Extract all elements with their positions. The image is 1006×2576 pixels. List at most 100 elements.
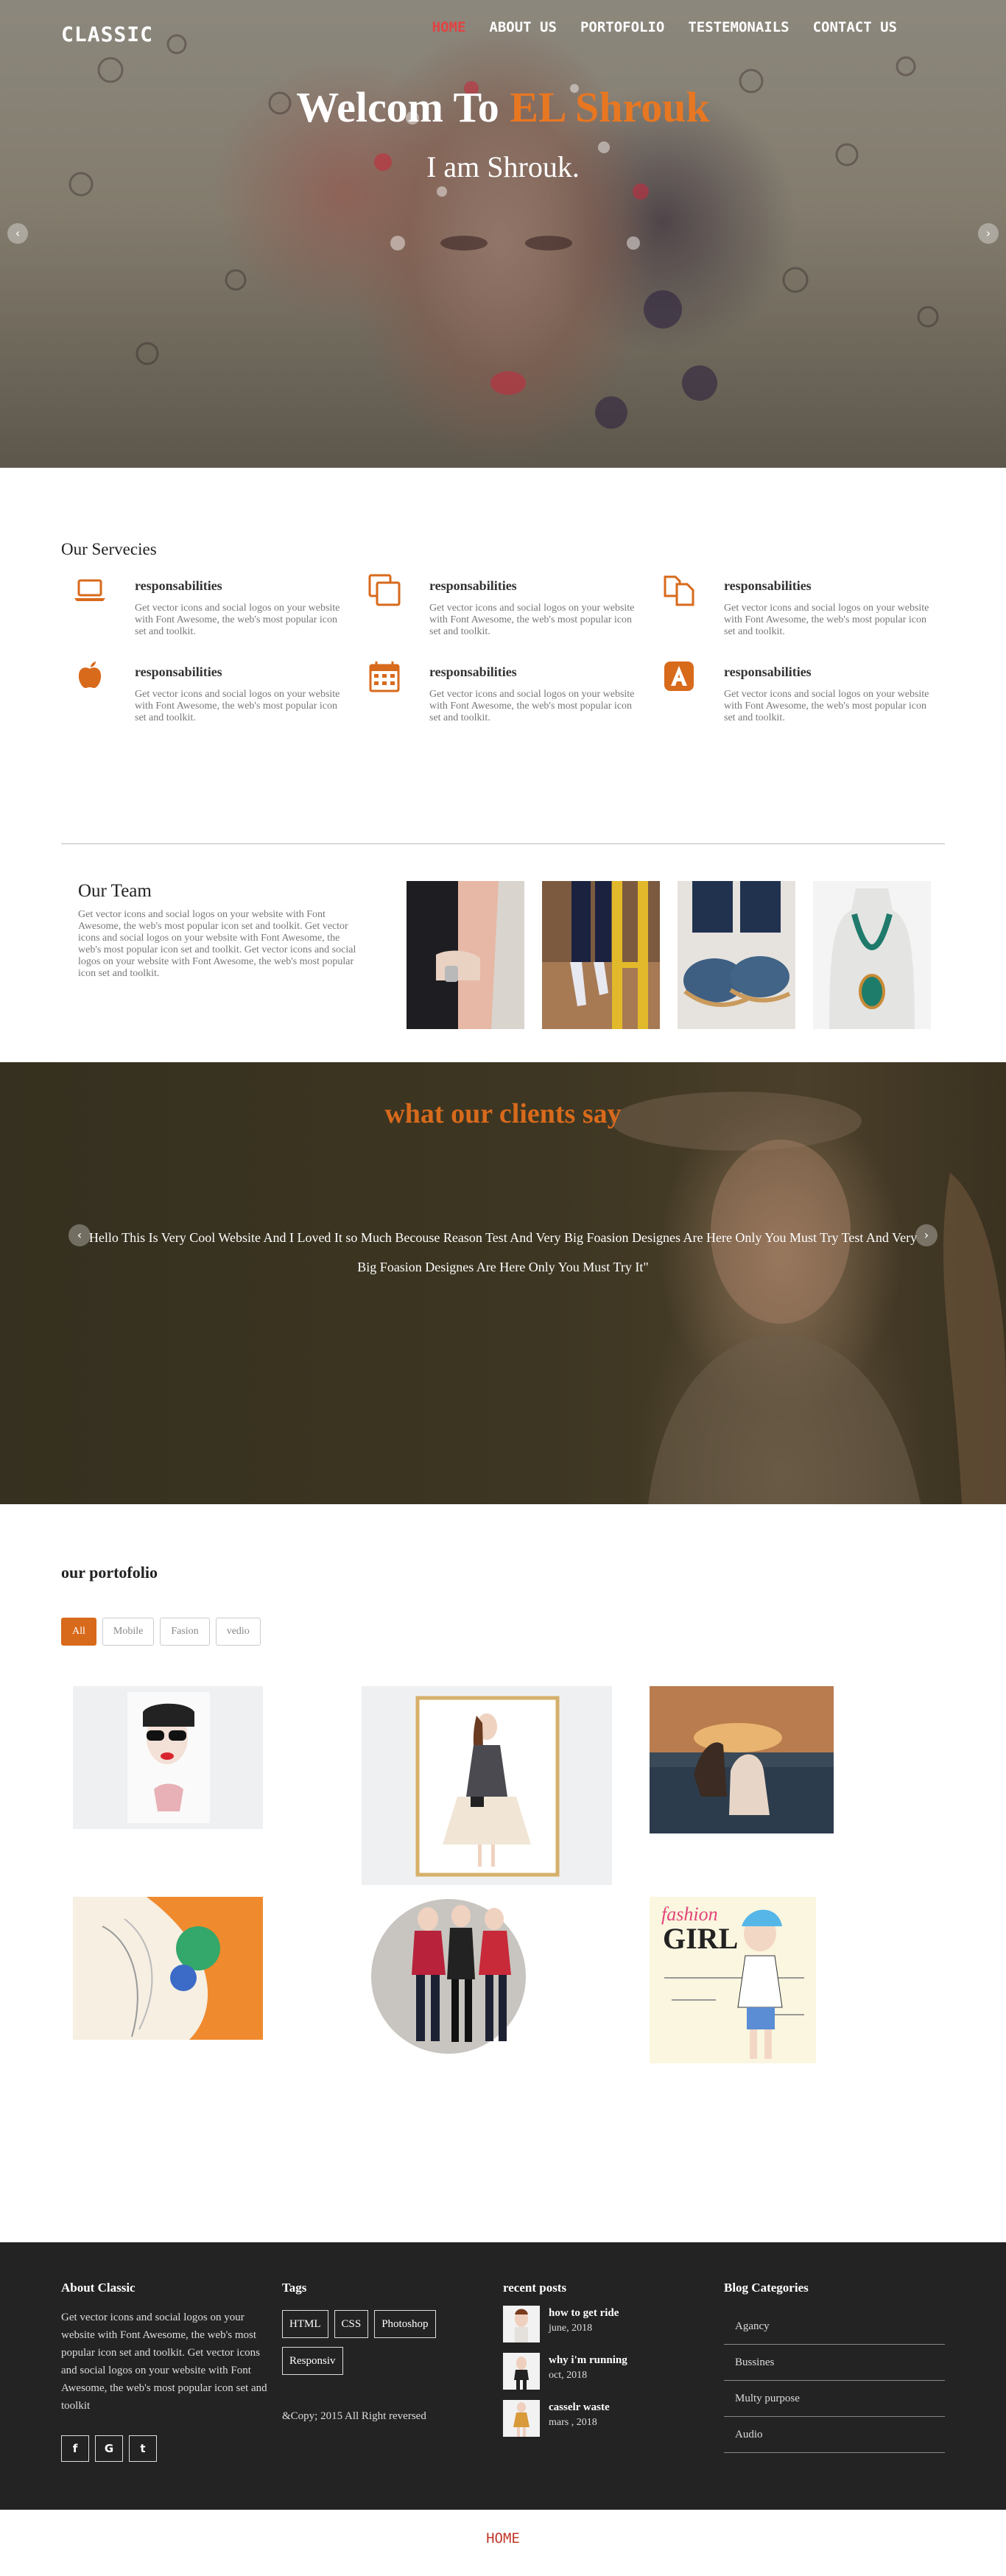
footer-about-text: Get vector icons and social logos on you…: [61, 2312, 267, 2412]
chevron-left-icon: ‹: [15, 226, 21, 240]
nav-home[interactable]: HOME: [421, 19, 478, 35]
category-item[interactable]: Agancy: [724, 2309, 945, 2345]
testimonial-next-button[interactable]: ›: [915, 1224, 938, 1246]
post-date: oct, 2018: [549, 2370, 588, 2381]
filter-video[interactable]: vedio: [215, 1618, 261, 1646]
service-title: responsabilities: [135, 664, 222, 679]
nav-about-us[interactable]: ABOUT US: [477, 19, 569, 35]
nav-contact-us[interactable]: CONTACT US: [801, 19, 909, 35]
service-item: responsabilities Get vector icons and soc…: [356, 572, 650, 638]
clone-icon: [356, 572, 429, 638]
laptop-icon: [61, 572, 135, 638]
nav-testimonials[interactable]: TESTEMONAILS: [676, 19, 801, 35]
service-text: Get vector icons and social logos on you…: [135, 603, 340, 637]
service-title: responsabilities: [135, 578, 222, 593]
team-photo-watch: [407, 881, 524, 1029]
post-thumbnail: [503, 2306, 540, 2342]
google-icon[interactable]: G: [95, 2435, 123, 2462]
portfolio-item[interactable]: [73, 1686, 263, 1829]
nav-portfolio[interactable]: PORTOFOLIO: [569, 19, 676, 35]
testimonial-prev-button[interactable]: ‹: [68, 1224, 91, 1246]
post-date: mars , 2018: [549, 2417, 597, 2428]
twitter-icon[interactable]: t: [129, 2435, 157, 2462]
girl-logo-text: GIRL: [663, 1922, 738, 1955]
filter-fashion[interactable]: Fasion: [160, 1618, 210, 1646]
team-section: Our Team Get vector icons and social log…: [0, 844, 1006, 1062]
post-title: why i'm running: [549, 2354, 627, 2366]
category-list: Agancy Bussines Multy purpose Audio: [724, 2309, 945, 2453]
facebook-icon[interactable]: f: [61, 2435, 89, 2462]
service-title: responsabilities: [724, 578, 812, 593]
team-title: Our Team: [78, 881, 152, 901]
service-text: Get vector icons and social logos on you…: [724, 603, 929, 637]
post-title: how to get ride: [549, 2307, 619, 2319]
tag-css[interactable]: CSS: [334, 2310, 369, 2338]
copyright: &Copy; 2015 All Right reversed: [282, 2410, 426, 2422]
portfolio-item[interactable]: [650, 1686, 834, 1833]
category-item[interactable]: Audio: [724, 2417, 945, 2453]
testimonial-quote: Hello This Is Very Cool Website And I Lo…: [88, 1230, 918, 1274]
bottom-home-link[interactable]: HOME: [0, 2510, 1006, 2567]
site-logo[interactable]: CLASSIC: [61, 22, 153, 46]
tag-responsive[interactable]: Responsiv: [282, 2347, 343, 2375]
service-item: responsabilities Get vector icons and soc…: [650, 659, 945, 724]
portfolio-item[interactable]: [73, 1897, 263, 2040]
hero-next-button[interactable]: ›: [978, 223, 999, 244]
testimonials-title: what our clients say: [384, 1098, 622, 1129]
hero-title-pre: Welcom To: [296, 83, 499, 131]
service-item: responsabilities Get vector icons and soc…: [61, 572, 356, 638]
post-thumbnail: [503, 2400, 540, 2437]
calendar-icon: [356, 659, 429, 724]
testimonials-section: what our clients say ‹ Hello This Is Ver…: [0, 1062, 1006, 1504]
service-title: responsabilities: [429, 578, 517, 593]
footer-tags: Tags HTML CSS Photoshop Responsiv &Copy;…: [282, 2281, 503, 2510]
tag-photoshop[interactable]: Photoshop: [374, 2310, 436, 2338]
apple-icon: [61, 659, 135, 724]
recent-post[interactable]: how to get ride june, 2018: [503, 2306, 724, 2342]
portfolio-title: our portofolio: [61, 1563, 158, 1582]
hero-prev-button[interactable]: ‹: [7, 223, 28, 244]
service-text: Get vector icons and social logos on you…: [429, 603, 635, 637]
recent-post[interactable]: why i'm running oct, 2018: [503, 2353, 724, 2390]
service-item: responsabilities Get vector icons and soc…: [356, 659, 650, 724]
footer-tags-title: Tags: [282, 2281, 307, 2295]
service-item: responsabilities Get vector icons and soc…: [650, 572, 945, 638]
services-title: Our Servecies: [61, 540, 157, 558]
team-photo-shoes: [542, 881, 660, 1029]
portfolio-grid: fashion GIRL: [61, 1686, 945, 2128]
chevron-right-icon: ›: [985, 226, 991, 240]
footer-about: About Classic Get vector icons and socia…: [61, 2281, 282, 2510]
post-date: june, 2018: [549, 2323, 593, 2334]
hero-caption: Welcom To EL Shrouk I am Shrouk.: [0, 83, 1006, 184]
portfolio-item[interactable]: [362, 1897, 612, 2056]
hero-title-accent: EL Shrouk: [510, 83, 710, 131]
tag-list: HTML CSS Photoshop Responsiv: [282, 2310, 474, 2375]
service-text: Get vector icons and social logos on you…: [724, 689, 929, 723]
hero-title: Welcom To EL Shrouk: [0, 83, 1006, 132]
tag-html[interactable]: HTML: [282, 2310, 328, 2338]
footer-posts-title: recent posts: [503, 2281, 567, 2295]
services-section: Our Servecies responsabilities Get vector…: [0, 468, 1006, 843]
filter-all[interactable]: All: [61, 1618, 96, 1646]
app-store-icon: [650, 659, 724, 724]
service-text: Get vector icons and social logos on you…: [135, 689, 340, 723]
hero-background-image: [68, 34, 939, 429]
category-item[interactable]: Multy purpose: [724, 2381, 945, 2417]
filter-mobile[interactable]: Mobile: [102, 1618, 155, 1646]
portfolio-section: our portofolio All Mobile Fasion vedio f…: [0, 1504, 1006, 2242]
service-text: Get vector icons and social logos on you…: [429, 689, 635, 723]
service-title: responsabilities: [724, 664, 812, 679]
portfolio-item[interactable]: fashion GIRL: [650, 1897, 816, 2063]
hero-section: CLASSIC HOME ABOUT US PORTOFOLIO TESTEMO…: [0, 0, 1006, 468]
footer-recent-posts: recent posts how to get ride june, 2018 w…: [503, 2281, 724, 2510]
portfolio-item[interactable]: [362, 1686, 612, 1885]
team-photo-necklace: [813, 881, 931, 1029]
category-item[interactable]: Bussines: [724, 2345, 945, 2381]
team-intro: Our Team Get vector icons and social log…: [61, 881, 385, 1062]
post-thumbnail: [503, 2353, 540, 2390]
team-photo-loafers: [678, 881, 795, 1029]
service-item: responsabilities Get vector icons and soc…: [61, 659, 356, 724]
services-grid: responsabilities Get vector icons and soc…: [61, 572, 945, 724]
recent-post[interactable]: casselr waste mars , 2018: [503, 2400, 724, 2437]
hero-subtitle: I am Shrouk.: [426, 150, 580, 183]
